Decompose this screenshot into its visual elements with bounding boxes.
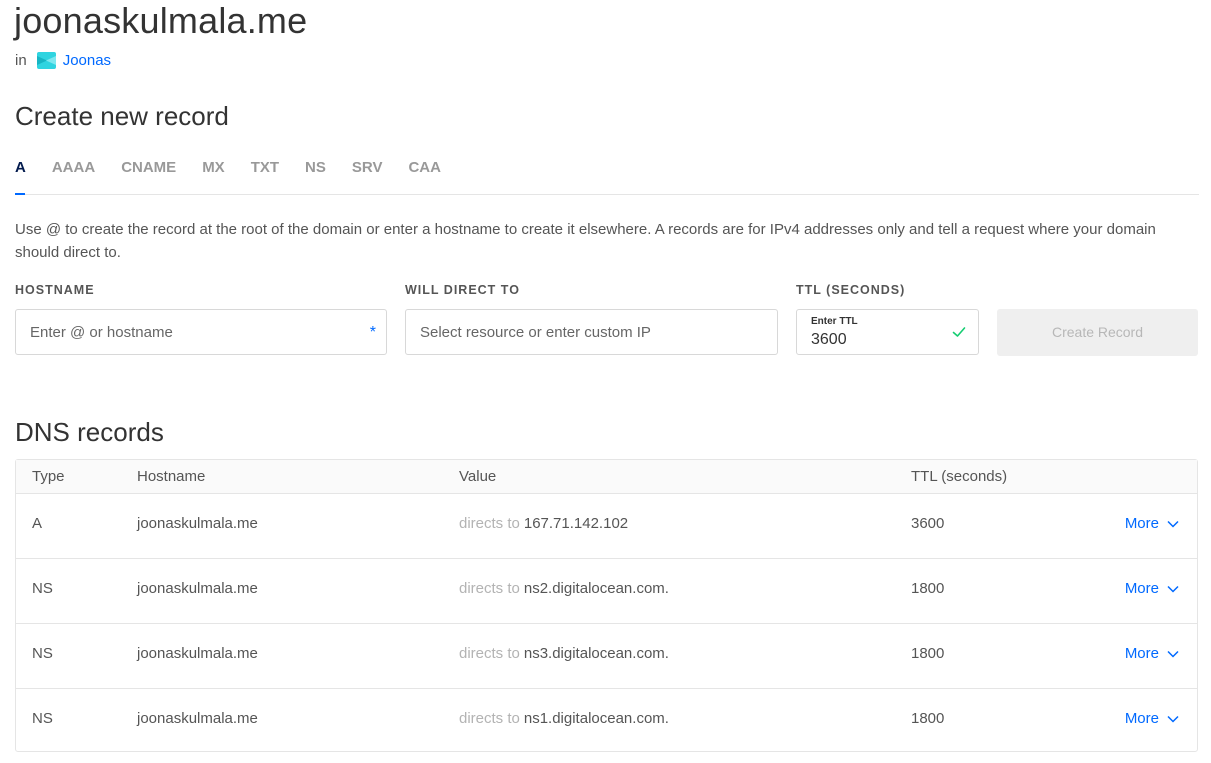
record-hostname: joonaskulmala.me (137, 645, 258, 662)
more-button[interactable]: More (1125, 710, 1179, 727)
record-ttl: 1800 (911, 710, 945, 727)
table-header: Type Hostname Value TTL (seconds) (16, 460, 1197, 494)
record-value-text: ns2.digitalocean.com. (523, 580, 669, 597)
help-text: Use @ to create the record at the root o… (15, 221, 1156, 261)
create-record-button[interactable]: Create Record (997, 309, 1198, 356)
column-hostname: Hostname (137, 468, 206, 485)
more-label: More (1124, 580, 1159, 597)
record-type-tabs: A AAAA CNAME MX TXT NS SRV CAA (15, 156, 1199, 195)
record-ttl: 1800 (911, 580, 945, 597)
tab-mx[interactable]: MX (202, 156, 225, 194)
record-type: A (32, 515, 43, 532)
direct-to-placeholder: Select resource or enter custom IP (420, 324, 651, 341)
record-value-text: 167.71.142.102 (523, 515, 629, 532)
tab-caa[interactable]: CAA (408, 156, 441, 194)
ttl-value: 3600 (811, 331, 847, 348)
more-label: More (1124, 515, 1159, 532)
more-button[interactable]: More (1125, 515, 1179, 532)
dns-records-table: Type Hostname Value TTL (seconds) A joon… (15, 459, 1198, 752)
hostname-input[interactable]: Enter @ or hostname * (15, 309, 387, 355)
record-value: directs to 167.71.142.102 (459, 515, 628, 532)
table-row: NS joonaskulmala.me directs to ns2.digita… (16, 558, 1197, 624)
record-hostname: joonaskulmala.me (137, 515, 258, 532)
record-value: directs to ns3.digitalocean.com. (459, 645, 669, 662)
table-row: A joonaskulmala.me directs to 167.71.142.… (16, 493, 1197, 559)
direct-to-input[interactable]: Select resource or enter custom IP (405, 309, 778, 355)
ttl-label: TTL (SECONDS) (796, 283, 906, 297)
hostname-placeholder: Enter @ or hostname (30, 324, 173, 341)
project-line: in Joonas (15, 50, 111, 70)
tab-aaaa[interactable]: AAAA (52, 156, 95, 194)
chevron-down-icon (1167, 715, 1179, 723)
column-type: Type (32, 468, 65, 485)
dns-records-heading: DNS records (15, 417, 164, 447)
table-row: NS joonaskulmala.me directs to ns3.digita… (16, 623, 1197, 689)
directs-to-label: directs to (459, 710, 520, 727)
record-value-text: ns3.digitalocean.com. (523, 645, 669, 662)
tab-srv[interactable]: SRV (352, 156, 383, 194)
directs-to-label: directs to (459, 580, 520, 597)
record-type: NS (32, 580, 53, 597)
column-ttl: TTL (seconds) (911, 468, 1008, 485)
record-value: directs to ns1.digitalocean.com. (459, 710, 669, 727)
project-link[interactable]: Joonas (63, 52, 111, 69)
domain-title: joonaskulmala.me (14, 0, 308, 41)
directs-to-label: directs to (459, 515, 520, 532)
ttl-input[interactable]: Enter TTL 3600 (796, 309, 979, 355)
record-hostname: joonaskulmala.me (137, 580, 258, 597)
column-value: Value (459, 468, 497, 485)
create-record-heading: Create new record (15, 101, 229, 131)
in-label: in (15, 51, 27, 69)
hostname-label: HOSTNAME (15, 283, 95, 297)
record-hostname: joonaskulmala.me (137, 710, 258, 727)
more-button[interactable]: More (1125, 645, 1179, 662)
table-row: NS joonaskulmala.me directs to ns1.digita… (16, 688, 1197, 753)
record-value: directs to ns2.digitalocean.com. (459, 580, 669, 597)
record-ttl: 1800 (911, 645, 945, 662)
record-value-text: ns1.digitalocean.com. (523, 710, 669, 727)
record-type: NS (32, 710, 53, 727)
record-ttl: 3600 (911, 515, 945, 532)
more-label: More (1124, 710, 1159, 727)
tab-cname[interactable]: CNAME (121, 156, 176, 194)
chevron-down-icon (1167, 520, 1179, 528)
more-label: More (1124, 645, 1159, 662)
tab-txt[interactable]: TXT (251, 156, 279, 194)
direct-to-label: WILL DIRECT TO (405, 283, 520, 297)
check-icon (952, 327, 966, 337)
more-button[interactable]: More (1125, 580, 1179, 597)
chevron-down-icon (1167, 585, 1179, 593)
ttl-inner-label: Enter TTL (811, 316, 858, 327)
directs-to-label: directs to (459, 645, 520, 662)
project-icon (36, 51, 56, 69)
record-type: NS (32, 645, 53, 662)
chevron-down-icon (1167, 650, 1179, 658)
required-asterisk: * (369, 324, 376, 341)
tab-ns[interactable]: NS (305, 156, 326, 194)
tab-a[interactable]: A (15, 156, 26, 195)
